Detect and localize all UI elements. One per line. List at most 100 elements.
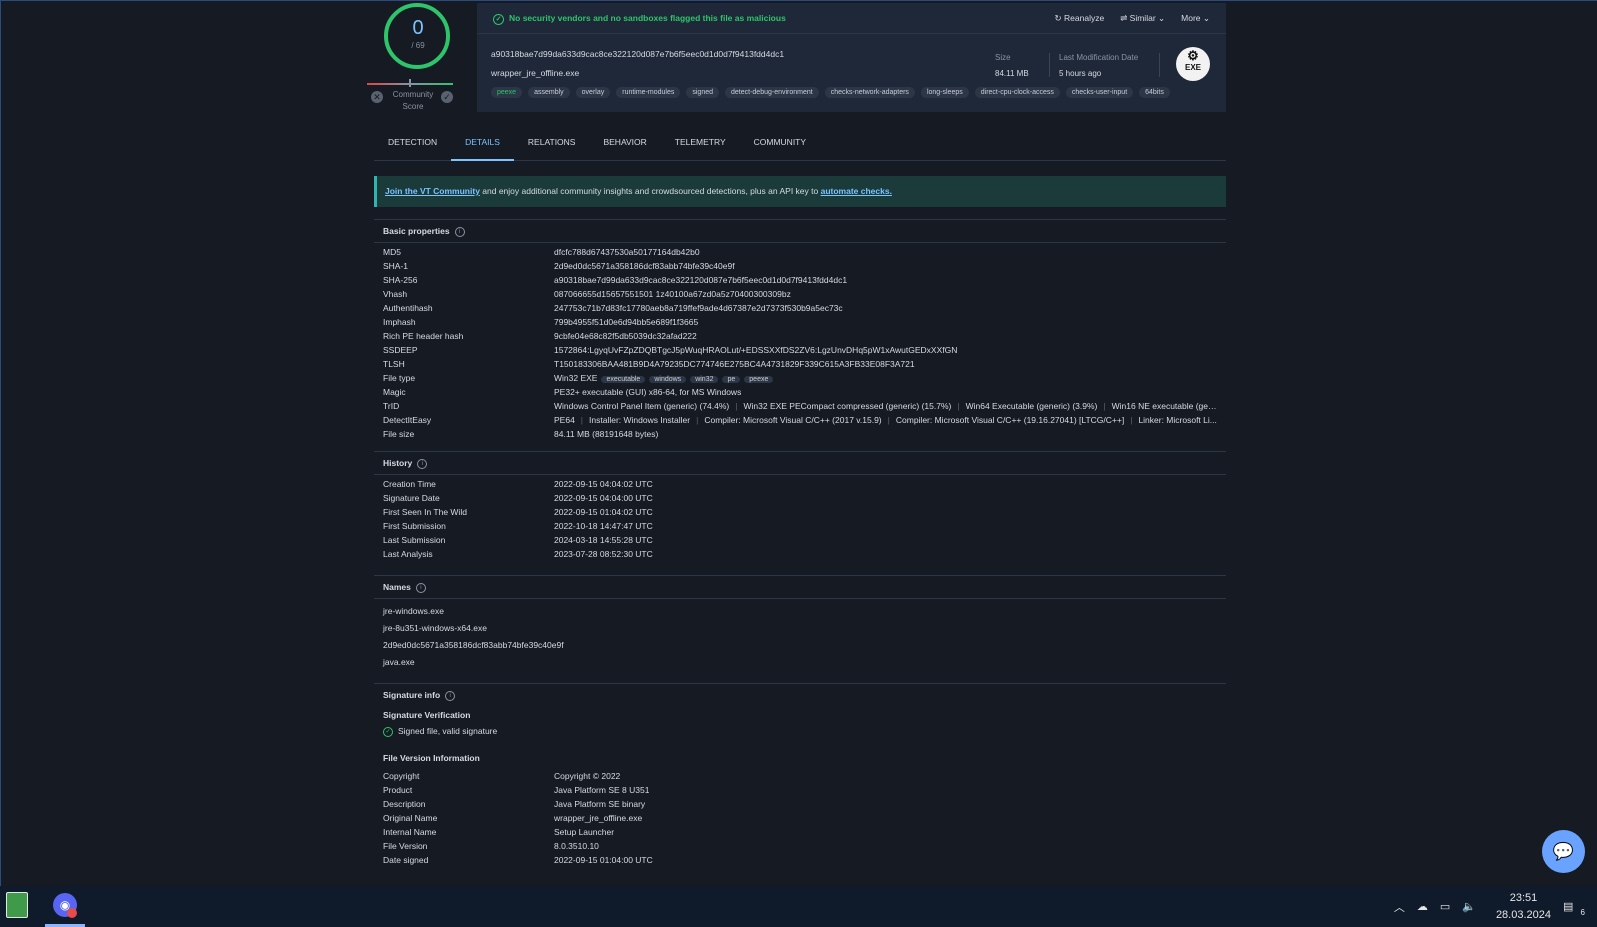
table-row: Signature Date 2022-09-15 04:04:00 UTC [383,491,1217,505]
score-detections: 0 [412,17,424,39]
tag-assembly[interactable]: assembly [528,87,570,98]
separator: | [580,415,584,425]
info-icon[interactable]: i [445,690,456,701]
tag-checks-network-adapters[interactable]: checks-network-adapters [824,87,915,98]
vote-malicious-icon[interactable]: ✕ [371,91,383,103]
filetype-tag[interactable]: executable [601,376,646,383]
filetype-tag[interactable]: pe [722,376,741,383]
chat-button[interactable]: 💬 [1542,830,1585,873]
property-value: 2022-09-15 04:04:00 UTC [554,493,653,503]
signature-verification-title: Signature Verification [383,710,471,720]
tag-long-sleeps[interactable]: long-sleeps [920,87,969,98]
property-key: File type [383,373,416,383]
chat-icon: 💬 [1552,842,1575,861]
notification-icon: ▤ [1563,901,1574,913]
property-key: First Seen In The Wild [383,507,467,517]
file-version-rows: Copyright Copyright © 2022 Product Java Pla… [374,767,1226,867]
tab-behavior[interactable]: BEHAVIOR [589,131,660,159]
tag-runtime-modules[interactable]: runtime-modules [616,87,681,98]
check-circle-icon: ✓ [383,726,393,737]
info-icon[interactable]: i [417,458,428,469]
automate-checks-link[interactable]: automate checks. [821,186,892,196]
file-header: ✓ No security vendors and no sandboxes fl… [477,3,1226,112]
tab-bar: DETECTION DETAILS RELATIONS BEHAVIOR TELEMET… [374,131,1226,161]
tag-signed[interactable]: signed [686,87,720,98]
file-version-title: File Version Information [383,752,480,763]
chevron-up-icon[interactable]: ︿ [1394,899,1405,915]
volume-icon[interactable]: 🔈 [1462,900,1476,913]
info-icon[interactable]: i [454,226,465,237]
table-row: Last Analysis 2023-07-28 08:52:30 UTC [383,547,1217,561]
tab-relations[interactable]: RELATIONS [514,131,590,159]
size-label: Size [995,53,1011,62]
taskbar: ◉ ︿ ☁ ▭ 🔈 23:51 28.03.2024 ▤ 6 [0,886,1597,927]
banner-text: and enjoy additional community insights … [479,186,821,196]
signature-status: ✓ Signed file, valid signature [374,724,1226,737]
filetype-tag[interactable]: win32 [690,376,719,383]
table-row: Imphash 799b4955f51d0e6d94bb5e689f1f3665 [383,315,1217,329]
filetype-tag[interactable]: peexe [744,376,774,383]
refresh-icon: ↻ [1054,13,1065,23]
system-tray: ︿ ☁ ▭ 🔈 23:51 28.03.2024 ▤ 6 [1394,886,1585,927]
tag-detect-debug-environment[interactable]: detect-debug-environment [725,87,819,98]
more-button[interactable]: More ⌄ [1181,13,1210,24]
chevron-down-icon: ⌄ [1200,13,1210,23]
property-key: SHA-1 [383,261,409,271]
table-row: Magic PE32+ executable (GUI) x86-64, for… [383,385,1217,399]
date-label: Last Modification Date [1059,53,1139,62]
file-hash: a90318bae7d99da633d9cac8ce322120d087e7b6… [491,49,785,59]
names-section: Names i jre-windows.exe jre-8u351-windows-… [374,575,1226,671]
table-row: Copyright Copyright © 2022 [383,769,1217,783]
property-value: wrapper_jre_offline.exe [554,812,643,823]
network-icon[interactable]: ▭ [1440,900,1450,913]
property-key: SSDEEP [383,345,418,355]
community-score-label: Community Score [392,90,434,111]
table-row: File Version 8.0.3510.10 [383,839,1217,853]
names-list: jre-windows.exe jre-8u351-windows-x64.exe… [374,599,1226,671]
property-key: Last Submission [383,535,446,545]
tab-telemetry[interactable]: TELEMETRY [661,131,740,159]
tag-direct-cpu-clock-access[interactable]: direct-cpu-clock-access [974,87,1060,98]
tab-details[interactable]: DETAILS [451,131,514,161]
info-icon[interactable]: i [415,582,426,593]
table-row: Internal Name Setup Launcher [383,825,1217,839]
detectiteasy-entry: Installer: Windows Installer [589,415,691,425]
filetype-tag[interactable]: windows [649,376,687,383]
clock[interactable]: 23:51 28.03.2024 [1496,890,1551,924]
page: 0 / 69 ✕ Community Score ✓ ✓ No security … [0,0,1597,886]
property-key: Original Name [383,812,438,823]
table-row: Original Name wrapper_jre_offline.exe [383,811,1217,825]
property-value: 247753c71b7d83fc17780aeb8a719ffef9ade4d6… [554,303,843,313]
tab-community[interactable]: COMMUNITY [740,131,820,159]
tag-checks-user-input[interactable]: checks-user-input [1065,87,1134,98]
property-value: a90318bae7d99da633d9cac8ce322120d087e7b6… [554,275,848,285]
property-value: 84.11 MB (88191648 bytes) [554,429,659,439]
history-section: History i Creation Time 2022-09-15 04:04:0… [374,451,1226,561]
similar-label: Similar [1129,13,1156,23]
list-item: 2d9ed0dc5671a358186dcf83abb74bfe39c40e9f [383,640,564,650]
tab-detection[interactable]: DETECTION [374,131,451,159]
cloud-icon[interactable]: ☁ [1417,900,1428,913]
trid-entry: Win64 Executable (generic) (3.9%) [965,401,1098,411]
property-key: Rich PE header hash [383,331,464,341]
detectiteasy-entry: Linker: Microsoft Li... [1138,415,1217,425]
join-community-link[interactable]: Join the VT Community [385,186,480,196]
property-key: File Version [383,840,428,851]
similar-button[interactable]: ⇌ Similar ⌄ [1120,13,1165,24]
status-message: ✓ No security vendors and no sandboxes fl… [493,13,786,25]
notifications-button[interactable]: ▤ 6 [1563,900,1585,917]
tag-64bits[interactable]: 64bits [1139,87,1170,98]
section-title: Basic properties i [374,219,1226,243]
vote-harmless-icon[interactable]: ✓ [441,91,453,103]
table-row: First Seen In The Wild 2022-09-15 01:04:0… [383,505,1217,519]
reanalyze-button[interactable]: ↻ Reanalyze [1055,13,1105,24]
hash-rows: MD5 dfcfc788d67437530a50177164db42b0 SHA-1… [383,245,1217,371]
tag-overlay[interactable]: overlay [575,87,611,98]
notepad-app-icon[interactable] [6,892,28,918]
table-row: SHA-256 a90318bae7d99da633d9cac8ce322120d… [383,273,1217,287]
property-key: Imphash [383,317,416,327]
exe-filetype-icon: ⚙ EXE [1176,47,1210,81]
tag-peexe[interactable]: peexe [491,87,523,98]
notification-dot [67,908,77,918]
table-row: First Submission 2022-10-18 14:47:47 UTC [383,519,1217,533]
